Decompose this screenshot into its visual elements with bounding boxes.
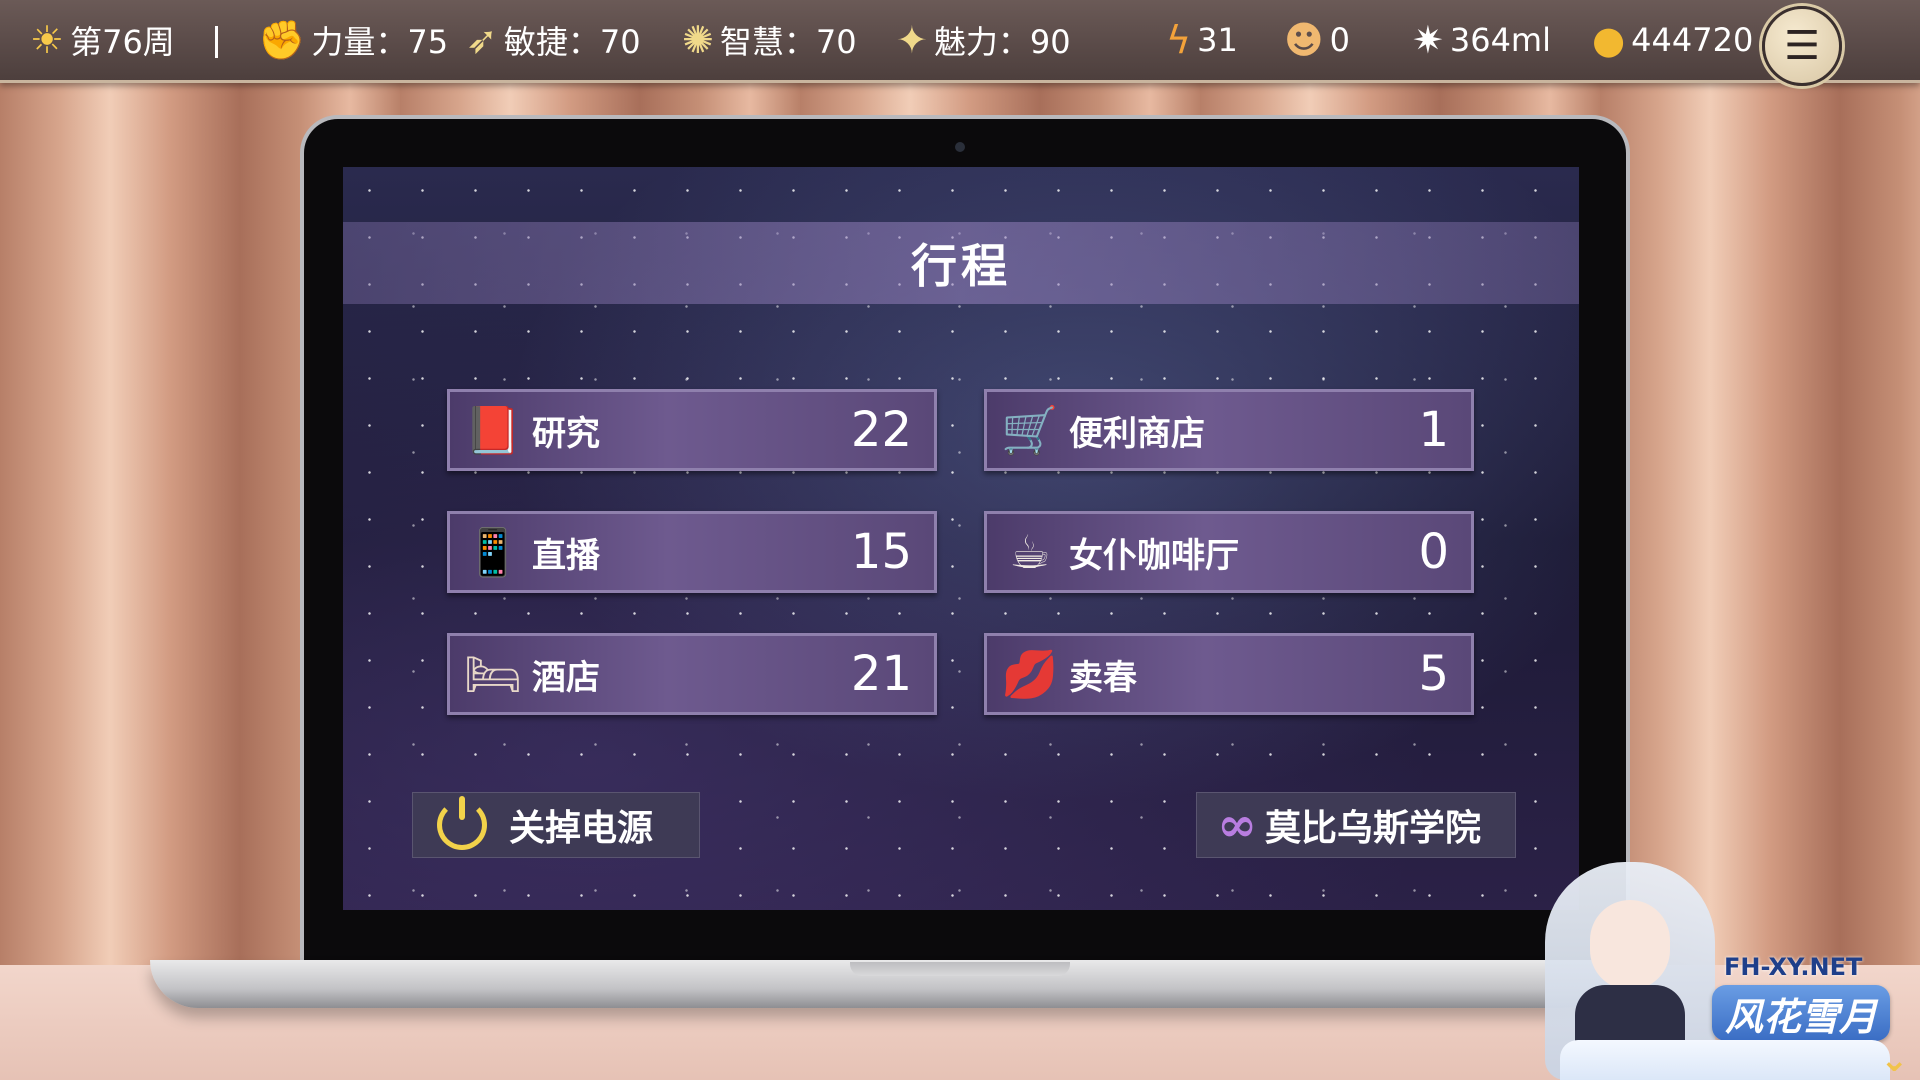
coffee-cup-icon: ☕ bbox=[1009, 525, 1051, 579]
item-label: 直播 bbox=[532, 535, 600, 576]
schedule-item-maid-cafe[interactable]: ☕ 女仆咖啡厅 0 bbox=[984, 511, 1474, 593]
item-label: 研究 bbox=[532, 413, 600, 454]
volume-value: 364ml bbox=[1449, 21, 1551, 59]
agility-stat: ➶ 敏捷：70 bbox=[466, 18, 641, 62]
lightning-icon: ϟ bbox=[1166, 18, 1192, 62]
coin-icon: ● bbox=[1592, 18, 1626, 62]
bed-icon: 🛏 bbox=[463, 646, 523, 701]
schedule-item-research[interactable]: 📕 研究 22 bbox=[447, 389, 937, 471]
week-label: 第76周 bbox=[70, 23, 175, 61]
charm-label: 魅力：90 bbox=[933, 23, 1071, 61]
volume-stat: ✷ 364ml bbox=[1412, 18, 1551, 62]
item-count: 1 bbox=[1418, 402, 1449, 458]
item-count: 15 bbox=[850, 524, 912, 580]
wisdom-stat: ✺ 智慧：70 bbox=[682, 18, 857, 62]
schedule-item-livestream[interactable]: 📱 直播 15 bbox=[447, 511, 937, 593]
title-band: 行程 bbox=[343, 222, 1579, 304]
strength-label: 力量：75 bbox=[311, 23, 449, 61]
watermark-ice-decoration bbox=[1560, 1040, 1890, 1080]
divider bbox=[215, 26, 218, 58]
week-indicator: ☀ 第76周 bbox=[30, 18, 175, 62]
sun-icon: ☀ bbox=[30, 18, 65, 62]
energy-value: 31 bbox=[1197, 21, 1238, 59]
item-label: 女仆咖啡厅 bbox=[1069, 535, 1239, 576]
research-book-icon: 📕 bbox=[464, 402, 522, 457]
wisdom-label: 智慧：70 bbox=[719, 23, 857, 61]
shopping-cart-icon: 🛒 bbox=[1001, 402, 1059, 457]
item-count: 22 bbox=[850, 402, 912, 458]
item-label: 酒店 bbox=[532, 657, 600, 698]
mobius-academy-button[interactable]: ∞ 莫比乌斯学院 bbox=[1196, 792, 1516, 858]
wing-icon: ➶ bbox=[466, 18, 498, 62]
charm-stat: ✦ 魅力：90 bbox=[896, 18, 1071, 62]
power-off-button[interactable]: 关掉电源 bbox=[412, 792, 700, 858]
watermark-site: FH-XY.NET bbox=[1724, 953, 1863, 981]
watermark-logo: 风花雪月 bbox=[1712, 985, 1890, 1041]
lightbulb-icon: ✺ bbox=[682, 18, 714, 62]
mobius-academy-label: 莫比乌斯学院 bbox=[1264, 807, 1481, 849]
money-value: 444720 bbox=[1631, 21, 1754, 59]
power-icon bbox=[437, 796, 487, 850]
item-count: 5 bbox=[1418, 646, 1449, 702]
power-off-label: 关掉电源 bbox=[509, 807, 654, 849]
watermark-character-face bbox=[1590, 900, 1670, 990]
followers-value: 0 bbox=[1329, 21, 1350, 59]
fist-icon: ✊ bbox=[258, 18, 306, 62]
item-count: 0 bbox=[1418, 524, 1449, 580]
energy-stat: ϟ 31 bbox=[1166, 18, 1238, 62]
item-count: 21 bbox=[850, 646, 912, 702]
schedule-item-convenience-store[interactable]: 🛒 便利商店 1 bbox=[984, 389, 1474, 471]
smartphone-icon: 📱 bbox=[464, 524, 522, 579]
item-label: 卖春 bbox=[1069, 657, 1137, 698]
item-label: 便利商店 bbox=[1069, 413, 1205, 454]
status-bar: ☀ 第76周 ✊ 力量：75 ➶ 敏捷：70 ✺ 智慧：70 ✦ 魅力：90 ϟ… bbox=[0, 0, 1920, 86]
lips-icon: 💋 bbox=[1001, 646, 1059, 701]
burst-icon: ✷ bbox=[1412, 18, 1444, 62]
laptop-notch bbox=[850, 962, 1070, 976]
sparkle-icon: ✦ bbox=[896, 18, 928, 62]
schedule-item-prostitution[interactable]: 💋 卖春 5 bbox=[984, 633, 1474, 715]
laptop-screen: 行程 📕 研究 22 🛒 便利商店 1 📱 直播 15 ☕ 女仆咖啡厅 0 🛏 … bbox=[343, 167, 1579, 910]
mobius-logo-icon: ∞ bbox=[1217, 797, 1257, 853]
money-stat: ● 444720 bbox=[1592, 18, 1753, 62]
followers-stat: ☻ 0 bbox=[1284, 18, 1350, 62]
schedule-title: 行程 bbox=[911, 239, 1011, 293]
chevron-down-icon: ⌄ bbox=[1880, 1040, 1909, 1080]
schedule-item-hotel[interactable]: 🛏 酒店 21 bbox=[447, 633, 937, 715]
webcam-icon bbox=[955, 142, 965, 152]
menu-button[interactable]: ☰ bbox=[1762, 6, 1842, 86]
person-icon: ☻ bbox=[1284, 18, 1324, 62]
strength-stat: ✊ 力量：75 bbox=[258, 18, 448, 62]
agility-label: 敏捷：70 bbox=[503, 23, 641, 61]
list-menu-icon: ☰ bbox=[1784, 23, 1820, 69]
